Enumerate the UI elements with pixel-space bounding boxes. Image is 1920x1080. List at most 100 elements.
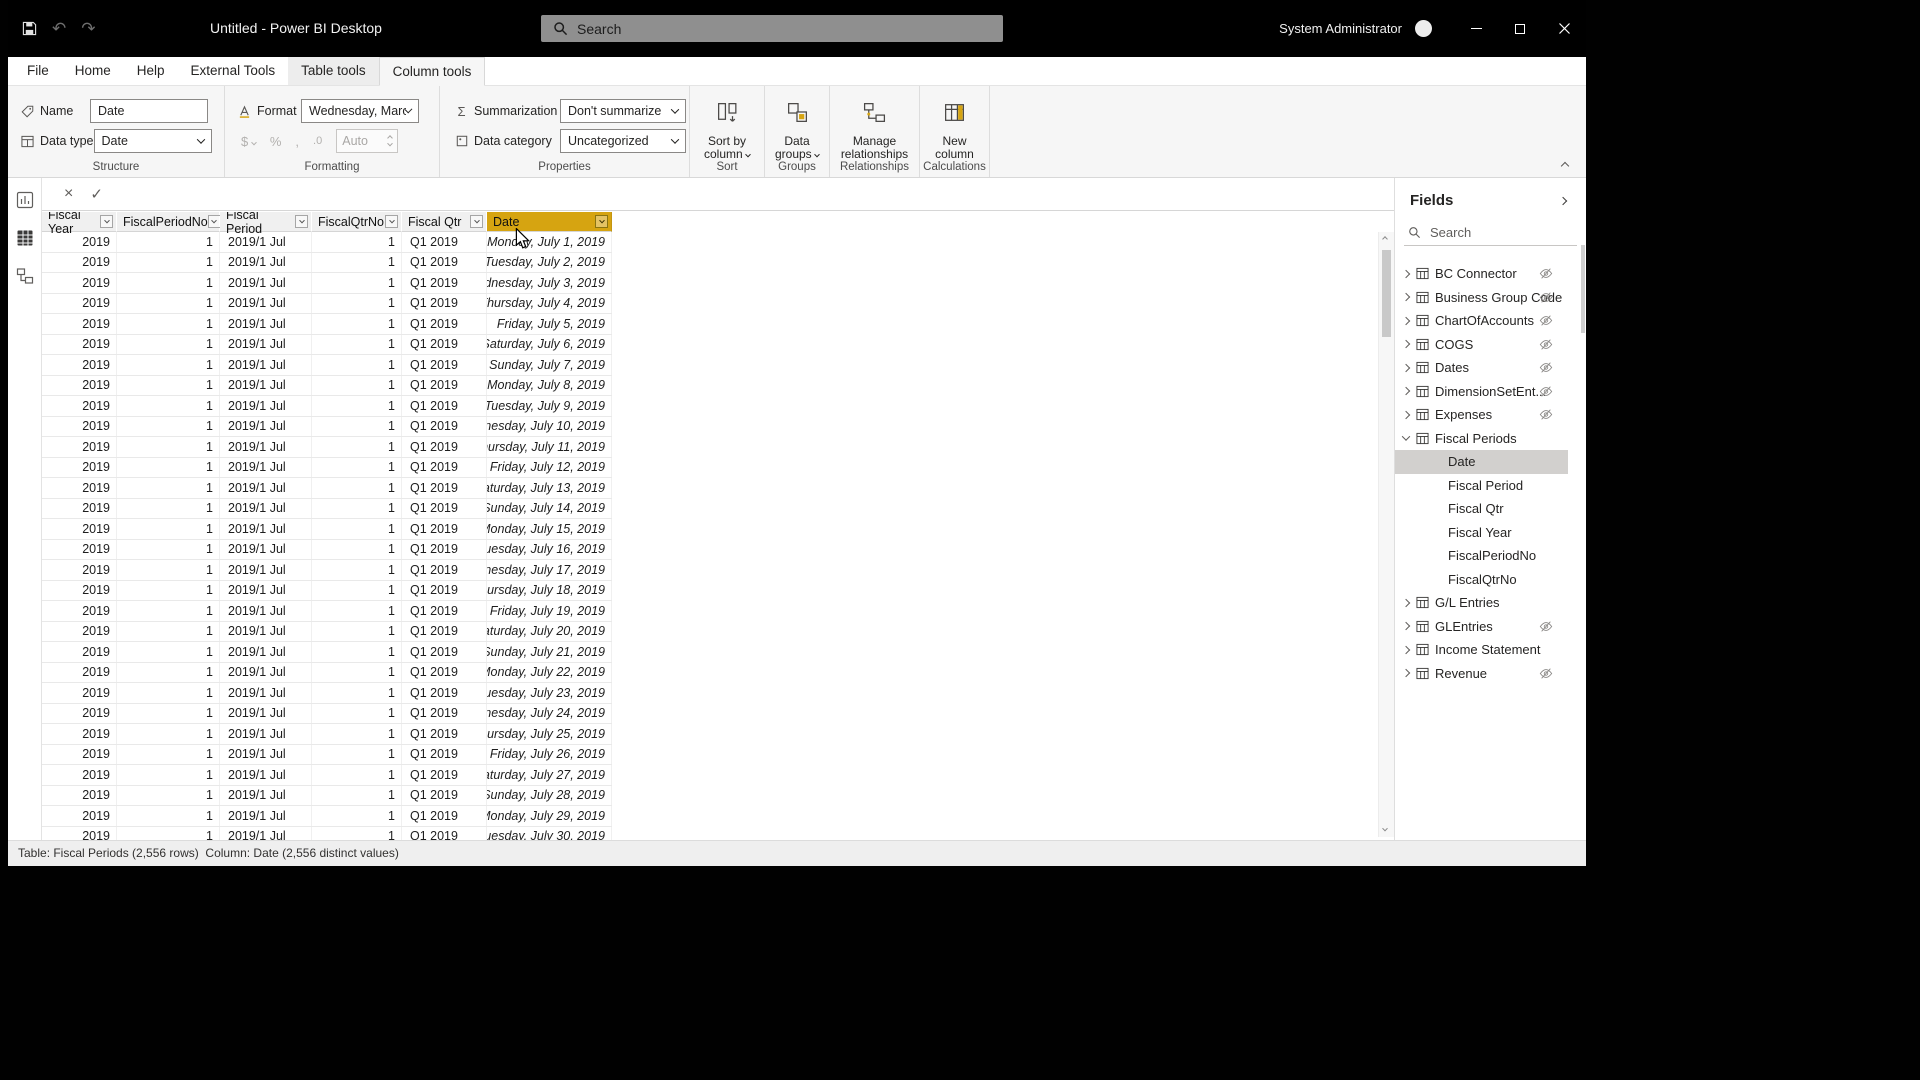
table-row[interactable]: 201912019/1 Jul1Q1 2019Monday, July 22, … (42, 663, 612, 684)
table-cell[interactable]: 2019/1 Jul (220, 704, 312, 724)
table-cell[interactable]: 2019/1 Jul (220, 294, 312, 314)
table-cell[interactable]: Wednesday, July 10, 2019 (487, 417, 612, 437)
table-row[interactable]: 201912019/1 Jul1Q1 2019Tuesday, July 9, … (42, 396, 612, 417)
table-cell[interactable]: Thursday, July 25, 2019 (487, 724, 612, 744)
table-cell[interactable]: 1 (312, 581, 402, 601)
table-cell[interactable]: Q1 2019 (402, 458, 487, 478)
table-cell[interactable]: 2019/1 Jul (220, 253, 312, 273)
table-cell[interactable]: Tuesday, July 16, 2019 (487, 540, 612, 560)
table-cell[interactable]: 2019 (42, 786, 117, 806)
table-cell[interactable]: Monday, July 29, 2019 (487, 806, 612, 826)
table-cell[interactable]: 2019 (42, 601, 117, 621)
table-cell[interactable]: Tuesday, July 9, 2019 (487, 396, 612, 416)
field-fiscal-year[interactable]: Fiscal Year (1395, 521, 1586, 545)
table-row[interactable]: 201912019/1 Jul1Q1 2019Sunday, July 28, … (42, 786, 612, 807)
scrollbar-thumb[interactable] (1382, 250, 1391, 337)
expand-chevron-icon[interactable] (1402, 317, 1410, 325)
redo-icon[interactable]: ↷ (81, 19, 95, 39)
table-cell[interactable]: 1 (312, 806, 402, 826)
table-cell[interactable]: Q1 2019 (402, 724, 487, 744)
table-row[interactable]: 201912019/1 Jul1Q1 2019Friday, July 26, … (42, 745, 612, 766)
expand-chevron-icon[interactable] (1402, 599, 1410, 607)
table-cell[interactable]: Q1 2019 (402, 745, 487, 765)
expand-chevron-icon[interactable] (1402, 340, 1410, 348)
table-cell[interactable]: 2019 (42, 642, 117, 662)
table-cell[interactable]: 2019 (42, 335, 117, 355)
table-cell[interactable]: Q1 2019 (402, 232, 487, 252)
table-cell[interactable]: Q1 2019 (402, 806, 487, 826)
table-cell[interactable]: Q1 2019 (402, 765, 487, 785)
table-cell[interactable]: Q1 2019 (402, 294, 487, 314)
field-table-g-l-entries[interactable]: G/L Entries (1395, 591, 1586, 615)
table-cell[interactable]: Saturday, July 6, 2019 (487, 335, 612, 355)
cancel-icon[interactable]: × (64, 185, 73, 203)
table-cell[interactable]: 1 (312, 478, 402, 498)
table-cell[interactable]: 1 (117, 376, 220, 396)
table-row[interactable]: 201912019/1 Jul1Q1 2019Friday, July 5, 2… (42, 314, 612, 335)
summarization-dropdown[interactable]: Don't summarize (560, 99, 686, 123)
table-row[interactable]: 201912019/1 Jul1Q1 2019Saturday, July 6,… (42, 335, 612, 356)
field-table-chartofaccounts[interactable]: ChartOfAccounts (1395, 309, 1586, 333)
table-cell[interactable]: 1 (117, 417, 220, 437)
table-cell[interactable]: 2019 (42, 499, 117, 519)
menu-file[interactable]: File (14, 57, 62, 85)
table-cell[interactable]: 1 (312, 724, 402, 744)
thousands-separator-button[interactable]: , (295, 134, 299, 149)
expand-chevron-icon[interactable] (1402, 293, 1410, 301)
column-header-date[interactable]: Date (487, 212, 612, 232)
filter-dropdown-icon[interactable] (208, 215, 221, 228)
table-cell[interactable]: 2019 (42, 704, 117, 724)
table-cell[interactable]: 2019 (42, 458, 117, 478)
new-column-button[interactable]: New column (929, 98, 981, 162)
table-cell[interactable]: Friday, July 12, 2019 (487, 458, 612, 478)
commit-check-icon[interactable]: ✓ (90, 185, 103, 203)
expand-chevron-icon[interactable] (1402, 646, 1410, 654)
column-header-fiscalqtrno[interactable]: FiscalQtrNo (312, 212, 402, 232)
fields-search-input[interactable]: Search (1404, 219, 1577, 246)
table-cell[interactable]: Q1 2019 (402, 478, 487, 498)
name-input[interactable]: Date (90, 99, 208, 123)
data-view-button-active[interactable] (13, 226, 37, 250)
scroll-up-icon[interactable] (1382, 236, 1388, 242)
table-cell[interactable]: 1 (117, 806, 220, 826)
table-cell[interactable]: 1 (312, 560, 402, 580)
table-row[interactable]: 201912019/1 Jul1Q1 2019Tuesday, July 30,… (42, 827, 612, 841)
table-cell[interactable]: 2019/1 Jul (220, 581, 312, 601)
table-row[interactable]: 201912019/1 Jul1Q1 2019Wednesday, July 1… (42, 560, 612, 581)
table-cell[interactable]: Tuesday, July 30, 2019 (487, 827, 612, 841)
table-cell[interactable]: 1 (117, 294, 220, 314)
tab-column-tools[interactable]: Column tools (379, 57, 486, 86)
table-cell[interactable]: 1 (312, 314, 402, 334)
table-cell[interactable]: 1 (117, 335, 220, 355)
table-cell[interactable]: Monday, July 22, 2019 (487, 663, 612, 683)
expand-chevron-icon[interactable] (1402, 364, 1410, 372)
table-cell[interactable]: 1 (117, 560, 220, 580)
field-table-expenses[interactable]: Expenses (1395, 403, 1586, 427)
table-cell[interactable]: Saturday, July 13, 2019 (487, 478, 612, 498)
spinner-down-icon[interactable] (387, 140, 393, 146)
column-header-fiscalperiodno[interactable]: FiscalPeriodNo (117, 212, 220, 232)
fields-scrollbar-thumb[interactable] (1581, 245, 1585, 333)
table-cell[interactable]: 1 (312, 376, 402, 396)
table-row[interactable]: 201912019/1 Jul1Q1 2019Sunday, July 14, … (42, 499, 612, 520)
collapse-ribbon-icon[interactable] (1561, 162, 1569, 170)
field-table-cogs[interactable]: COGS (1395, 333, 1586, 357)
collapse-panel-chevron-icon[interactable] (1559, 196, 1567, 204)
table-cell[interactable]: 2019/1 Jul (220, 335, 312, 355)
table-cell[interactable]: 2019 (42, 396, 117, 416)
table-cell[interactable]: 1 (312, 663, 402, 683)
table-cell[interactable]: 1 (117, 273, 220, 293)
table-row[interactable]: 201912019/1 Jul1Q1 2019Friday, July 19, … (42, 601, 612, 622)
table-cell[interactable]: 2019 (42, 806, 117, 826)
table-cell[interactable]: 1 (312, 458, 402, 478)
table-cell[interactable]: 2019/1 Jul (220, 663, 312, 683)
table-cell[interactable]: 1 (117, 786, 220, 806)
table-cell[interactable]: 2019 (42, 663, 117, 683)
global-search-box[interactable]: Search (541, 15, 1003, 42)
table-cell[interactable]: Q1 2019 (402, 560, 487, 580)
field-fiscal-period[interactable]: Fiscal Period (1395, 474, 1586, 498)
table-cell[interactable]: Q1 2019 (402, 786, 487, 806)
table-cell[interactable]: 1 (117, 458, 220, 478)
table-cell[interactable]: Q1 2019 (402, 642, 487, 662)
table-cell[interactable]: 2019/1 Jul (220, 458, 312, 478)
